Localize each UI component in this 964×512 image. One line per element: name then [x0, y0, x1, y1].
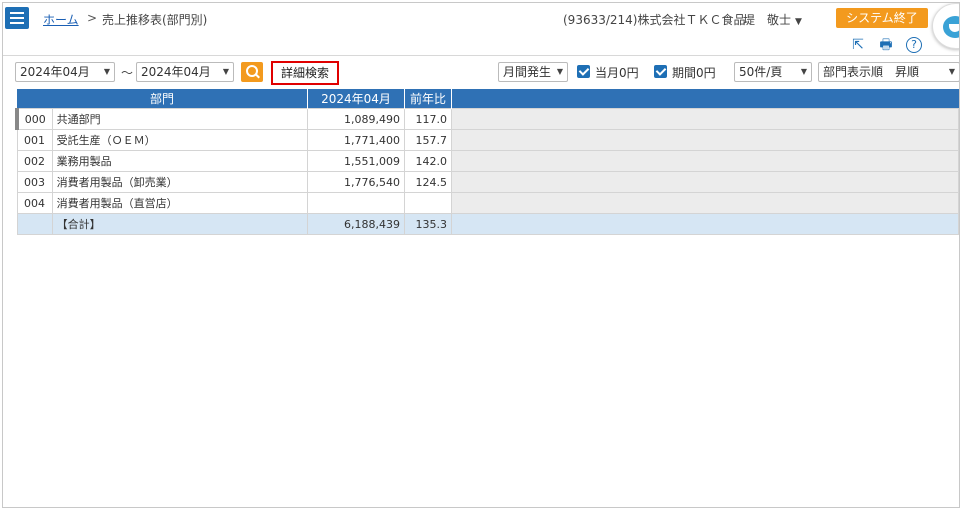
- range-separator: ～: [121, 66, 134, 80]
- row-value: 1,551,009: [307, 150, 405, 172]
- mode-value: 月間発生: [503, 65, 552, 79]
- table-header-row: 部門 2024年04月 前年比: [17, 89, 959, 109]
- app-window: ホーム > 売上推移表(部門別) (93633/214)株式会社ＴＫＣ食品 堤 …: [2, 2, 960, 508]
- chevron-down-icon: ▼: [556, 67, 563, 76]
- row-name: 受託生産（ＯＥＭ）: [51, 129, 309, 151]
- from-month-value: 2024年04月: [20, 65, 90, 79]
- chevron-down-icon: ▼: [103, 67, 110, 76]
- row-ratio: 142.0: [404, 150, 452, 172]
- header-divider: [3, 55, 959, 56]
- row-value: 1,771,400: [307, 129, 405, 151]
- table-row[interactable]: 003 消費者用製品（卸売業） 1,776,540 124.5: [16, 171, 959, 193]
- row-code: 000: [14, 108, 53, 130]
- row-name: 業務用製品: [51, 150, 309, 172]
- current-zero-label: 当月0円: [595, 66, 639, 80]
- total-ratio: 135.3: [404, 213, 452, 235]
- from-month-select[interactable]: 2024年04月 ▼: [15, 62, 115, 82]
- table-row[interactable]: 002 業務用製品 1,551,009 142.0: [16, 150, 959, 172]
- top-bar: ホーム > 売上推移表(部門別) (93633/214)株式会社ＴＫＣ食品 堤 …: [3, 3, 959, 33]
- breadcrumb-separator: >: [87, 11, 98, 25]
- page-size-select[interactable]: 50件/頁 ▼: [734, 62, 812, 82]
- sales-table: 部門 2024年04月 前年比 000 共通部門 1,089,490 117.0…: [14, 89, 959, 235]
- to-month-value: 2024年04月: [141, 65, 211, 79]
- total-value: 6,188,439: [307, 213, 405, 235]
- sort-order-select[interactable]: 部門表示順 昇順 ▼: [818, 62, 959, 82]
- table-row[interactable]: 001 受託生産（ＯＥＭ） 1,771,400 157.7: [16, 129, 959, 151]
- row-code: 004: [16, 192, 53, 214]
- row-code: 001: [16, 129, 53, 151]
- page-size-value: 50件/頁: [739, 65, 783, 79]
- print-icon[interactable]: 🖶: [877, 36, 895, 54]
- row-code: 003: [16, 171, 53, 193]
- column-header-department[interactable]: 部門: [17, 89, 308, 109]
- column-header-month[interactable]: 2024年04月: [307, 89, 405, 109]
- row-filler: [451, 129, 959, 151]
- row-value: 1,089,490: [307, 108, 405, 130]
- column-header-filler: [451, 89, 959, 109]
- row-value: 1,776,540: [307, 171, 405, 193]
- row-ratio: 157.7: [404, 129, 452, 151]
- chevron-down-icon: ▼: [948, 67, 955, 76]
- menu-icon[interactable]: [5, 7, 29, 29]
- table-row[interactable]: 004 消費者用製品（直営店）: [16, 192, 959, 214]
- sort-order-value: 部門表示順 昇順: [823, 65, 920, 79]
- breadcrumb-home[interactable]: ホーム: [43, 11, 79, 28]
- total-row[interactable]: 【合計】 6,188,439 135.3: [16, 213, 959, 235]
- row-name: 消費者用製品（卸売業）: [51, 171, 309, 193]
- column-header-ratio[interactable]: 前年比: [404, 89, 452, 109]
- chevron-down-icon: ▼: [795, 17, 802, 27]
- period-zero-label: 期間0円: [672, 66, 716, 80]
- row-ratio: 117.0: [404, 108, 452, 130]
- current-zero-checkbox[interactable]: [577, 65, 590, 78]
- company-name: (93633/214)株式会社ＴＫＣ食品: [563, 13, 746, 27]
- row-filler: [451, 192, 959, 214]
- total-name: 【合計】: [51, 213, 309, 235]
- system-exit-button[interactable]: システム終了: [836, 8, 928, 28]
- row-filler: [451, 171, 959, 193]
- search-icon[interactable]: [241, 62, 263, 82]
- row-name: 共通部門: [51, 108, 309, 130]
- mode-select[interactable]: 月間発生 ▼: [498, 62, 568, 82]
- user-menu[interactable]: 堤 敬士 ▼: [743, 11, 802, 28]
- chevron-down-icon: ▼: [222, 67, 229, 76]
- row-filler: [451, 150, 959, 172]
- row-ratio: [404, 192, 452, 214]
- row-ratio: 124.5: [404, 171, 452, 193]
- to-month-select[interactable]: 2024年04月 ▼: [136, 62, 234, 82]
- total-code: [16, 213, 53, 235]
- page-title: 売上推移表(部門別): [102, 13, 208, 27]
- help-icon[interactable]: ?: [906, 37, 922, 53]
- row-name: 消費者用製品（直営店）: [51, 192, 309, 214]
- user-name: 堤 敬士: [743, 13, 792, 27]
- advanced-search-button[interactable]: 詳細検索: [271, 61, 339, 85]
- period-zero-checkbox[interactable]: [654, 65, 667, 78]
- total-filler: [451, 213, 959, 235]
- row-value: [307, 192, 405, 214]
- row-code: 002: [16, 150, 53, 172]
- export-icon[interactable]: ⇱: [849, 36, 867, 54]
- table-row[interactable]: 000 共通部門 1,089,490 117.0: [14, 108, 959, 130]
- row-filler: [451, 108, 959, 130]
- chevron-down-icon: ▼: [800, 67, 807, 76]
